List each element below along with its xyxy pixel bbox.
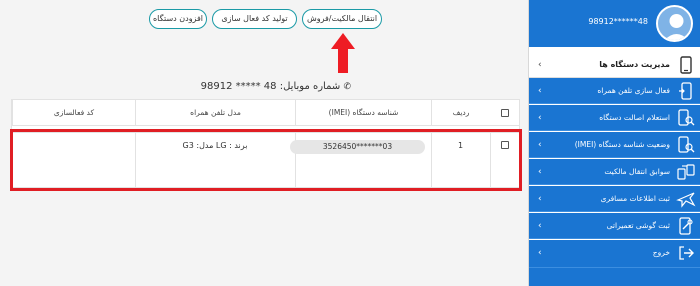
main-content: انتقال مالکیت/فروش تولید کد فعال سازی اف… xyxy=(0,0,528,286)
user-avatar-icon xyxy=(664,14,689,40)
mobile-number-line: ✆ شماره موبایل: 98912 ***** 48 xyxy=(201,81,351,92)
chevron-left-icon: ‹ xyxy=(538,221,542,231)
header-imei: شناسه دستگاه (IMEI) xyxy=(295,100,431,126)
phone-activate-icon xyxy=(676,81,696,101)
header-activation-code: کد فعالسازی xyxy=(12,100,135,126)
profile-bar: 98912******48 xyxy=(529,0,700,47)
add-device-button[interactable]: افزودن دستگاه xyxy=(149,9,207,29)
red-arrow-up-icon xyxy=(331,33,355,73)
sidebar-item-label: وضعیت شناسه دستگاه (IMEI) xyxy=(574,140,670,149)
mobile-number-value: 98912 ***** 48 xyxy=(200,81,277,92)
sidebar-item-label: ثبت گوشی تعمیراتی xyxy=(606,221,670,230)
generate-activation-code-button[interactable]: تولید کد فعال سازی xyxy=(212,9,297,29)
sidebar-item-imei-status[interactable]: وضعیت شناسه دستگاه (IMEI) ‹ xyxy=(529,132,700,158)
sidebar-item-label: فعال سازی تلفن همراه xyxy=(597,86,670,95)
phone-search-icon xyxy=(676,108,696,128)
sidebar-item-traveler-info[interactable]: ثبت اطلاعات مسافری ‹ xyxy=(529,186,700,212)
sidebar-item-label: مدیریت دستگاه ها xyxy=(599,60,670,69)
avatar[interactable] xyxy=(656,5,693,42)
chevron-left-icon: ‹ xyxy=(538,194,542,204)
phone-repair-icon xyxy=(676,216,696,236)
phone-status-icon xyxy=(676,135,696,155)
highlight-box xyxy=(10,129,522,191)
sidebar-item-label: سوابق انتقال مالکیت xyxy=(604,167,670,176)
chevron-left-icon: ‹ xyxy=(538,248,542,258)
chevron-left-icon: ‹ xyxy=(538,167,542,177)
chevron-left-icon: ‹ xyxy=(538,60,542,70)
sidebar-item-label: خروج xyxy=(652,248,670,257)
mobile-number-label: شماره موبایل: xyxy=(279,81,341,92)
transfer-icon xyxy=(676,162,696,182)
sidebar: 98912******48 مدیریت دستگاه ها ‹ فعال سا… xyxy=(528,0,700,286)
user-phone: 98912******48 xyxy=(588,17,648,26)
header-row-index: ردیف xyxy=(431,100,490,126)
sidebar-item-logout[interactable]: خروج ‹ xyxy=(529,240,700,268)
sidebar-item-label: ثبت اطلاعات مسافری xyxy=(600,194,670,203)
sidebar-item-device-management[interactable]: مدیریت دستگاه ها ‹ xyxy=(529,52,700,78)
phone-icon: ✆ xyxy=(343,82,351,92)
select-all-checkbox[interactable] xyxy=(501,109,509,117)
page: انتقال مالکیت/فروش تولید کد فعال سازی اف… xyxy=(0,0,700,286)
sidebar-footer xyxy=(529,268,700,286)
header-model: مدل تلفن همراه xyxy=(135,100,295,126)
sidebar-item-label: استعلام اصالت دستگاه xyxy=(599,113,670,122)
transfer-ownership-button[interactable]: انتقال مالکیت/فروش xyxy=(302,9,382,29)
sidebar-item-activate-phone[interactable]: فعال سازی تلفن همراه ‹ xyxy=(529,78,700,104)
logout-icon xyxy=(676,243,696,263)
sidebar-item-repair-phone[interactable]: ثبت گوشی تعمیراتی ‹ xyxy=(529,213,700,239)
airplane-icon xyxy=(676,189,696,209)
phone-device-icon xyxy=(676,55,696,75)
chevron-left-icon: ‹ xyxy=(538,140,542,150)
chevron-left-icon: ‹ xyxy=(538,113,542,123)
chevron-left-icon: ‹ xyxy=(538,86,542,96)
sidebar-item-authenticity-check[interactable]: استعلام اصالت دستگاه ‹ xyxy=(529,105,700,131)
sidebar-item-transfer-history[interactable]: سوابق انتقال مالکیت ‹ xyxy=(529,159,700,185)
